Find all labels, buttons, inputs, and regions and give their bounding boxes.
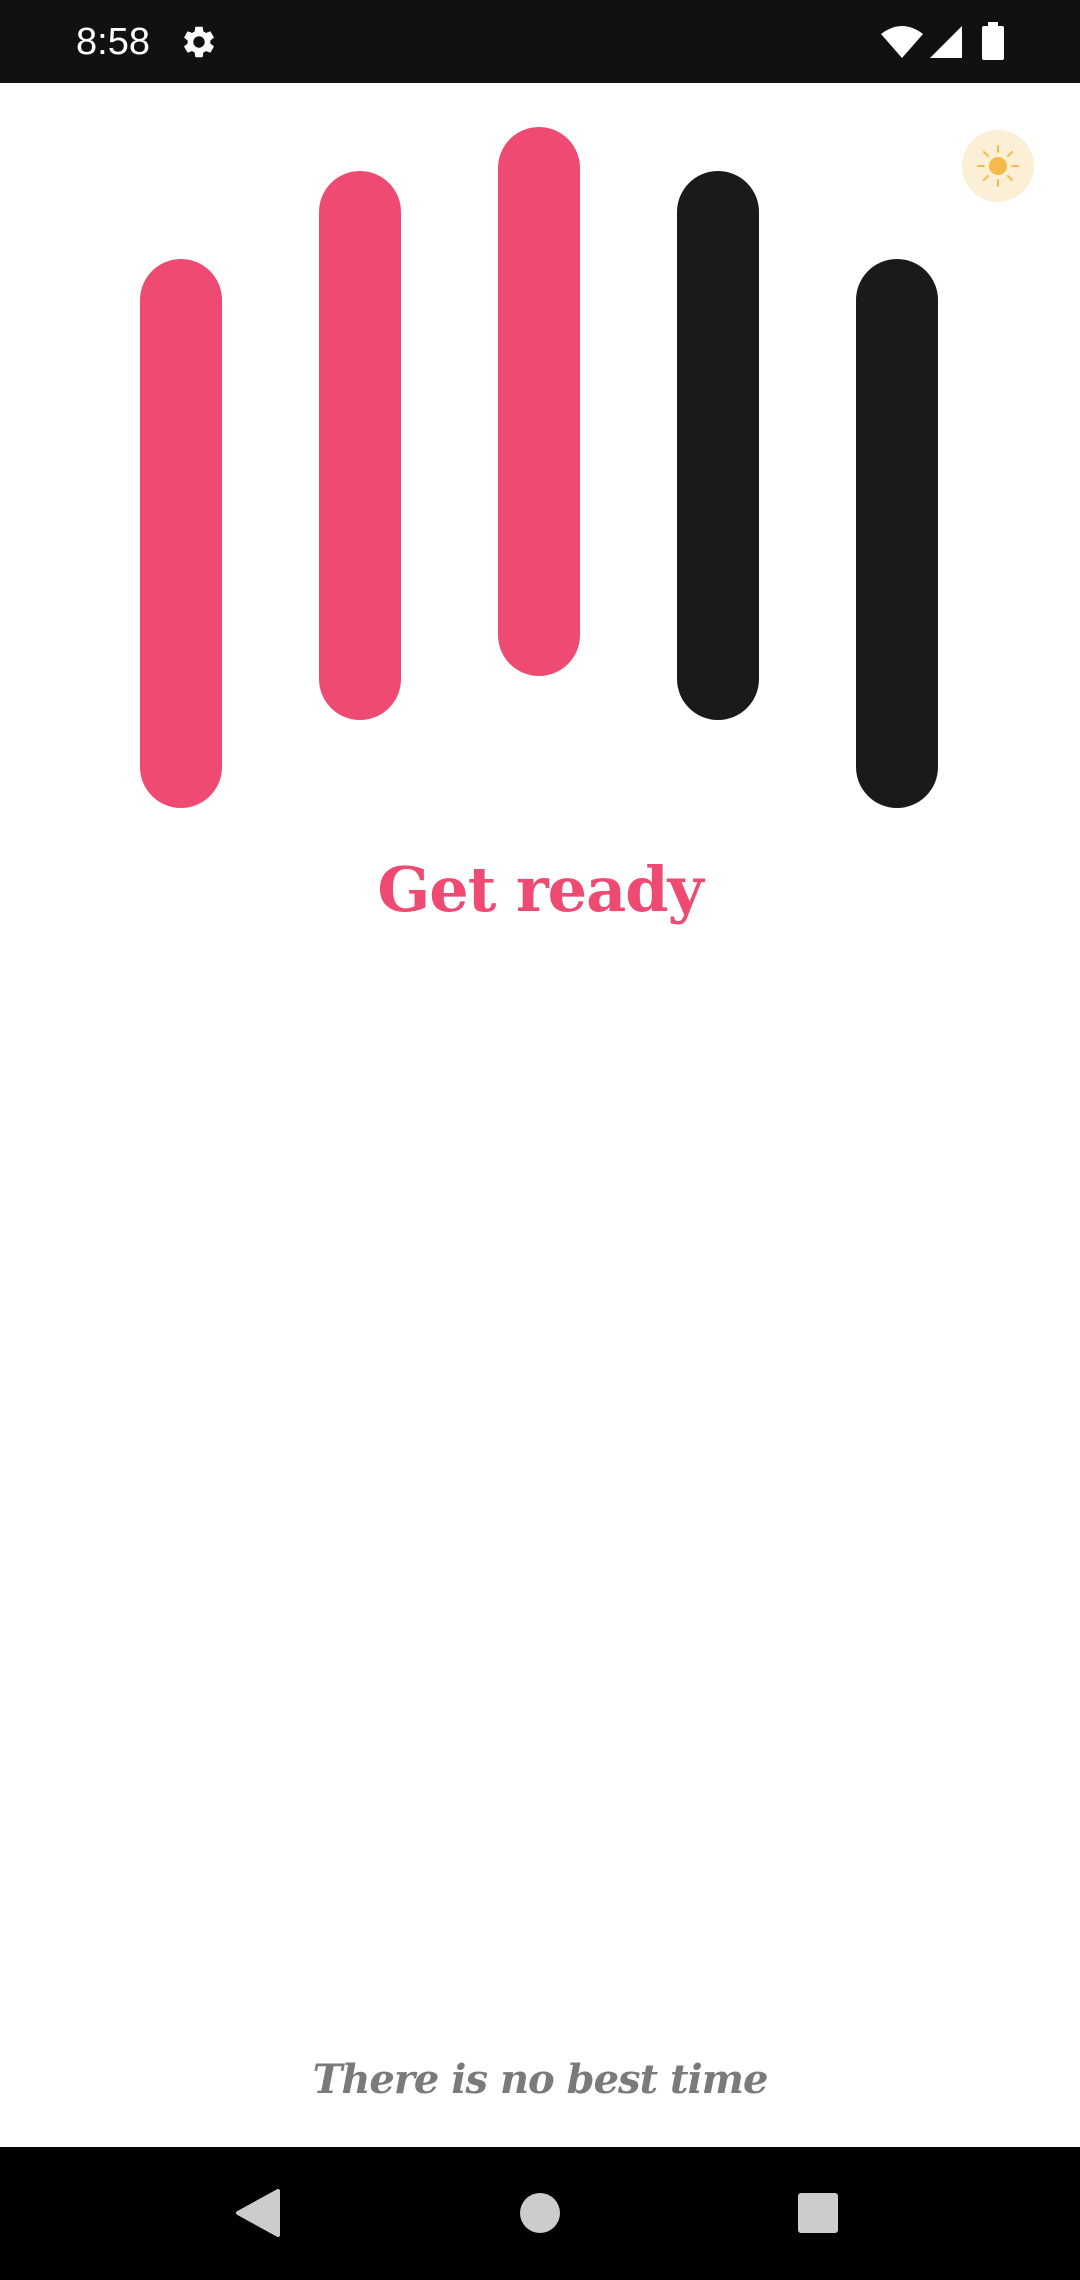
wifi-icon xyxy=(881,26,923,58)
breathing-bar xyxy=(856,259,938,808)
breathing-bar xyxy=(498,127,580,676)
gear-icon xyxy=(184,26,214,58)
breathing-bars xyxy=(0,83,1080,843)
status-time: 8:58 xyxy=(76,21,150,63)
breathing-bar xyxy=(319,171,401,720)
page-title: Get ready xyxy=(377,853,703,926)
status-bar: 8:58 xyxy=(0,0,1080,83)
breathing-bar xyxy=(677,171,759,720)
tagline: There is no best time xyxy=(312,2056,769,2103)
battery-icon xyxy=(982,22,1004,60)
back-icon[interactable] xyxy=(222,2177,294,2249)
app-screen: 8:58 Get ready There is no best time xyxy=(0,0,1080,2280)
home-icon[interactable] xyxy=(504,2177,576,2249)
breathing-bar xyxy=(140,259,222,808)
system-nav-bar xyxy=(0,2147,1080,2280)
signal-icon xyxy=(930,26,962,58)
recents-icon[interactable] xyxy=(782,2177,854,2249)
